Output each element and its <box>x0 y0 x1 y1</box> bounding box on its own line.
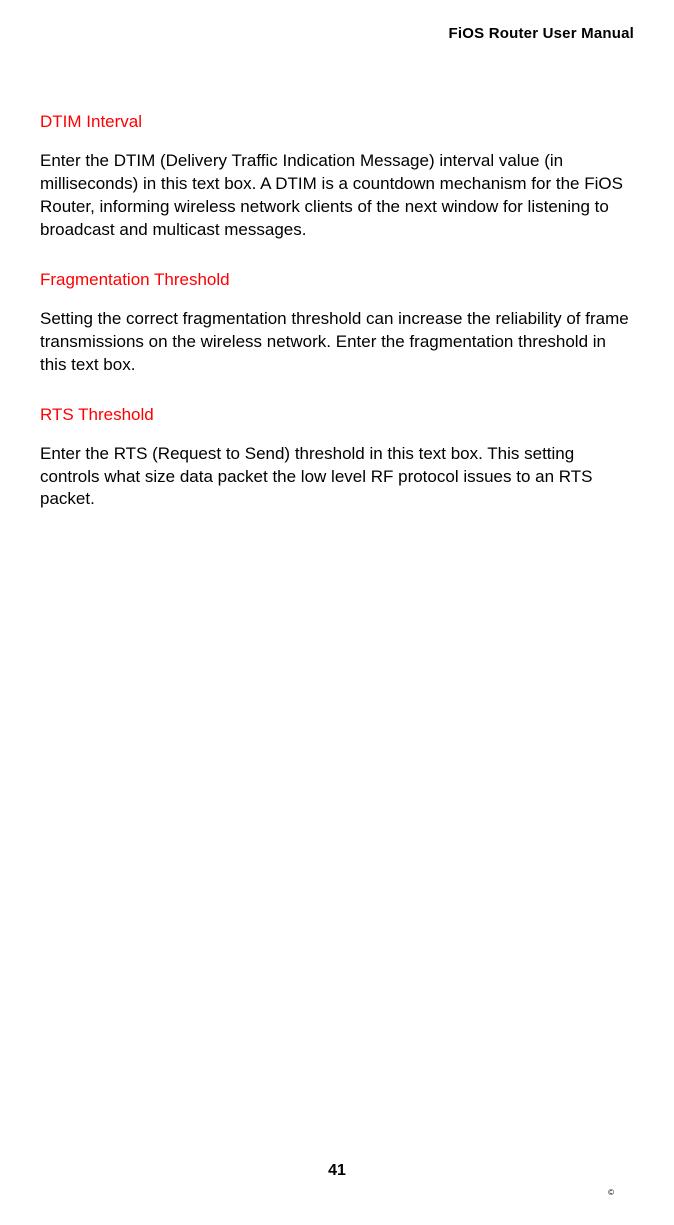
section-heading-rts: RTS Threshold <box>40 405 634 425</box>
section-heading-fragmentation: Fragmentation Threshold <box>40 270 634 290</box>
section-body-rts: Enter the RTS (Request to Send) threshol… <box>40 443 634 512</box>
section-dtim: DTIM Interval Enter the DTIM (Delivery T… <box>40 112 634 242</box>
document-header: FiOS Router User Manual <box>40 25 634 42</box>
section-body-fragmentation: Setting the correct fragmentation thresh… <box>40 308 634 377</box>
page-container: FiOS Router User Manual DTIM Interval En… <box>0 0 674 1225</box>
section-fragmentation: Fragmentation Threshold Setting the corr… <box>40 270 634 377</box>
section-heading-dtim: DTIM Interval <box>40 112 634 132</box>
section-rts: RTS Threshold Enter the RTS (Request to … <box>40 405 634 512</box>
page-number: 41 <box>328 1162 346 1180</box>
copyright-symbol: © <box>608 1188 614 1197</box>
section-body-dtim: Enter the DTIM (Delivery Traffic Indicat… <box>40 150 634 242</box>
